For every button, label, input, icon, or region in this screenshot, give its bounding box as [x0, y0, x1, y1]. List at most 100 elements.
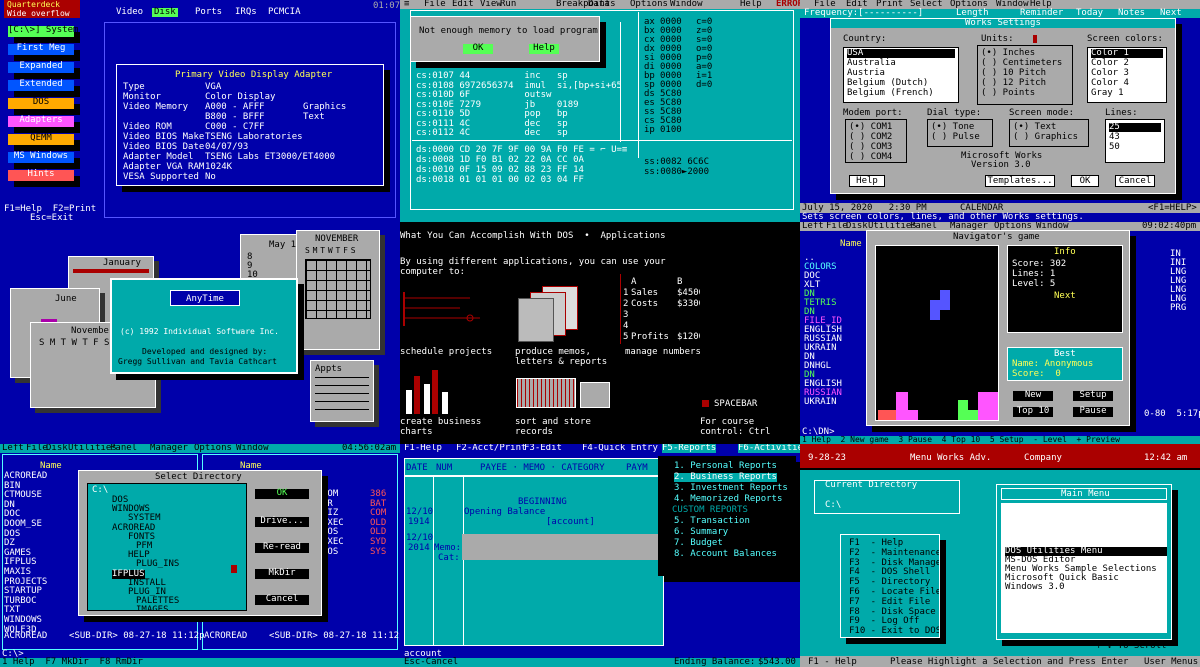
dn-menu-item[interactable]: Options: [194, 444, 232, 453]
reg-menu-item[interactable]: F3-Edit: [524, 444, 562, 453]
dn-left-item[interactable]: STARTUP: [4, 587, 42, 596]
report-item[interactable]: 8. Account Balances: [674, 550, 777, 559]
works-unit-option[interactable]: (•) Inches: [981, 49, 1035, 58]
report-item[interactable]: 2. Business Reports: [674, 473, 777, 482]
works-unit-option[interactable]: ( ) Centimeters: [981, 59, 1062, 68]
qd-btn-hints[interactable]: Hints: [8, 170, 74, 181]
qd-btn-system[interactable]: [C:\>] System: [8, 26, 78, 37]
dn-left-item[interactable]: WINDOWS: [4, 616, 42, 625]
reg-menu-item[interactable]: F4-Quick Entry: [582, 444, 658, 453]
nav-keys[interactable]: 1 Help 2 New game 3 Pause 4 Top 10 5 Set…: [802, 436, 1120, 444]
td-menu-item[interactable]: View: [480, 0, 502, 9]
mw-key-item[interactable]: F8 - Disk Space: [849, 607, 936, 617]
qd-btn-first-meg[interactable]: First Meg: [8, 44, 74, 55]
report-item[interactable]: 7. Budget: [674, 539, 723, 548]
works-bar-item[interactable]: Frequency:[----------]: [804, 9, 923, 18]
works-country[interactable]: Australia: [847, 59, 896, 68]
td-menu-item[interactable]: Data: [588, 0, 610, 9]
works-mode-option[interactable]: ( ) Graphics: [1013, 133, 1078, 142]
mw-key-item[interactable]: F1 - Help: [849, 539, 903, 548]
report-item[interactable]: 3. Investment Reports: [674, 484, 788, 493]
dn-menu-item[interactable]: Manager: [150, 444, 188, 453]
td-menu-item[interactable]: Window: [670, 0, 703, 9]
td-help-button[interactable]: Help: [529, 44, 559, 54]
works-color-option[interactable]: Gray 1: [1091, 89, 1124, 98]
works-cancel-button[interactable]: Cancel: [1115, 175, 1155, 187]
works-help-button[interactable]: Help: [849, 175, 885, 187]
dn-menu-item[interactable]: Left: [2, 444, 24, 453]
report-item[interactable]: 4. Memorized Reports: [674, 495, 782, 504]
td-menu-item[interactable]: File: [424, 0, 446, 9]
mw-menu-item[interactable]: Windows 3.0: [1005, 583, 1065, 592]
qd-btn-extended[interactable]: Extended: [8, 80, 74, 91]
works-color-option[interactable]: Color 1: [1091, 49, 1163, 58]
works-bar-item[interactable]: Notes: [1118, 9, 1145, 18]
works-dial-option[interactable]: (•) Tone: [931, 123, 974, 132]
dn-tree-scroll-thumb[interactable]: [231, 565, 237, 573]
qd-btn-ms-windows[interactable]: MS Windows: [8, 152, 74, 163]
dn-ok-button[interactable]: OK: [255, 489, 309, 499]
qd-btn-expanded[interactable]: Expanded: [8, 62, 74, 73]
tetris-new-button[interactable]: New: [1013, 391, 1053, 401]
tetris-pause-button[interactable]: Pause: [1073, 407, 1113, 417]
dn-menu-item[interactable]: Disk: [46, 444, 68, 453]
works-color-option[interactable]: Color 2: [1091, 59, 1129, 68]
works-modem-option[interactable]: (•) COM1: [849, 123, 892, 132]
works-color-option[interactable]: Color 3: [1091, 69, 1129, 78]
works-lines-option[interactable]: 43: [1109, 133, 1120, 142]
spacebar-icon[interactable]: [702, 400, 709, 407]
works-mode-option[interactable]: (•) Text: [1013, 123, 1056, 132]
mw-foot-help[interactable]: F1 - Help: [808, 658, 857, 667]
tetris-board[interactable]: [875, 245, 999, 421]
reg-edit-row[interactable]: [462, 534, 662, 560]
dn-keys[interactable]: 1 Help F7 MkDir F8 RmDir: [2, 658, 143, 667]
dn-left-item[interactable]: CTMOUSE: [4, 491, 42, 500]
qd-btn-adapters[interactable]: Adapters: [8, 116, 74, 127]
works-unit-option[interactable]: ( ) Points: [981, 89, 1035, 98]
works-templates-button[interactable]: Templates...: [985, 175, 1055, 187]
dn-cancel-button[interactable]: Cancel: [255, 595, 309, 605]
dn-left-item[interactable]: ACROREAD: [4, 472, 47, 481]
dn-left-item[interactable]: MAXIS: [4, 568, 31, 577]
works-dial-option[interactable]: ( ) Pulse: [931, 133, 980, 142]
mw-key-item[interactable]: F9 - Log Off: [849, 617, 919, 626]
nav-menu-item[interactable]: Disk: [846, 222, 868, 231]
qd-menu-pcmcia[interactable]: PCMCIA: [268, 8, 301, 17]
nav-menu-item[interactable]: File: [826, 222, 848, 231]
works-bar-item[interactable]: Today: [1076, 9, 1103, 18]
works-country[interactable]: Belgium (French): [847, 89, 934, 98]
nav-file[interactable]: UKRAIN: [804, 398, 837, 407]
td-menu-item[interactable]: Options: [630, 0, 668, 9]
works-bar-item[interactable]: Length: [956, 9, 989, 18]
dn-menu-item[interactable]: Window: [236, 444, 269, 453]
td-ok-button[interactable]: OK: [463, 44, 493, 54]
works-country[interactable]: Austria: [847, 69, 885, 78]
report-item[interactable]: 5. Transaction: [674, 517, 750, 526]
qd-menu-irqs[interactable]: IRQs: [235, 8, 257, 17]
mw-scroll[interactable]: ↑ ↓ To Scroll: [1096, 642, 1166, 651]
qd-btn-dos[interactable]: DOS: [8, 98, 74, 109]
td-menu-item[interactable]: ≡: [404, 0, 409, 9]
mw-key-item[interactable]: F2 - Maintenance: [849, 548, 939, 558]
dn-menu-item[interactable]: File: [26, 444, 48, 453]
tetris-setup-button[interactable]: Setup: [1073, 391, 1113, 401]
qd-menu-ports[interactable]: Ports: [195, 8, 222, 17]
works-ok-button[interactable]: OK: [1071, 175, 1099, 187]
works-unit-option[interactable]: ( ) 12 Pitch: [981, 79, 1046, 88]
works-bar-item[interactable]: Next: [1160, 9, 1182, 18]
nav-right-file[interactable]: PRG: [1170, 304, 1186, 313]
td-menu-item[interactable]: Edit: [452, 0, 474, 9]
dn-tree-item[interactable]: IMAGES: [136, 606, 169, 610]
mw-foot-menus[interactable]: User Menus: [1144, 658, 1198, 667]
reg-menu-item[interactable]: F6-Activities: [738, 444, 800, 453]
works-modem-option[interactable]: ( ) COM3: [849, 143, 892, 152]
dn-tree[interactable]: C:\ DOS WINDOWS SYSTEM ACROREAD FONTS PFM HELP…: [87, 483, 247, 611]
works-bar-item[interactable]: Reminder: [1020, 9, 1063, 18]
qd-btn-qemm[interactable]: QEMM: [8, 134, 74, 145]
dn-reread-button[interactable]: Re-read: [255, 543, 309, 553]
dn-left-item[interactable]: DOOM_SE: [4, 520, 42, 529]
mw-key-item[interactable]: F3 - Disk Manager: [849, 558, 939, 568]
spacebar-label[interactable]: SPACEBAR: [714, 400, 757, 409]
mw-key-item[interactable]: F7 - Edit File: [849, 597, 930, 607]
works-country[interactable]: USA: [847, 49, 955, 58]
